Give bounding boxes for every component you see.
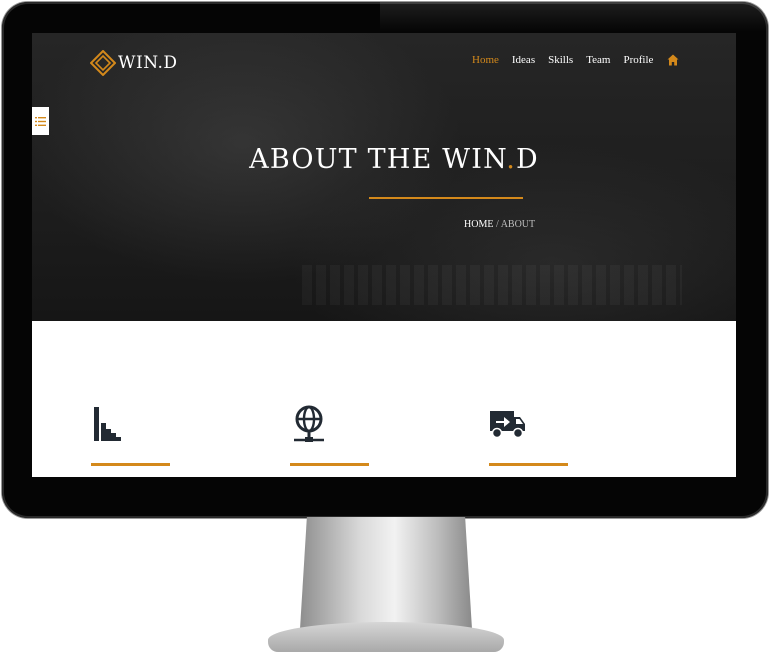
hero-section: WIN.D Home Ideas Skills Team Profile ABO… (32, 33, 736, 321)
site-logo[interactable]: WIN.D (90, 47, 178, 79)
monitor-stand-base (268, 622, 504, 652)
home-icon[interactable] (667, 54, 679, 66)
nav-item-ideas[interactable]: Ideas (512, 54, 535, 66)
breadcrumb: HOME / ABOUT (464, 219, 535, 230)
list-menu-icon (35, 116, 46, 126)
feature-underline (290, 463, 369, 466)
breadcrumb-current: ABOUT (500, 219, 536, 230)
feature-underline (489, 463, 568, 466)
hero-background-laptop (302, 265, 682, 305)
nav-item-team[interactable]: Team (586, 54, 610, 66)
page-title-end: D (516, 144, 539, 175)
breadcrumb-separator: / (495, 219, 499, 230)
stairs-icon (94, 407, 121, 441)
main-nav: Home Ideas Skills Team Profile (472, 54, 679, 66)
globe-network-icon (294, 405, 324, 442)
page-title-dot: . (506, 144, 517, 175)
page-title-main: ABOUT THE WIN (249, 144, 507, 175)
nav-item-home[interactable]: Home (472, 54, 499, 66)
logo-text: WIN.D (118, 53, 178, 73)
page-title: ABOUT THE WIN.D (32, 144, 736, 175)
breadcrumb-home-link[interactable]: HOME (464, 219, 493, 230)
title-underline (369, 197, 523, 199)
diamond-logo-icon (90, 50, 116, 76)
nav-item-profile[interactable]: Profile (623, 54, 653, 66)
nav-item-skills[interactable]: Skills (548, 54, 573, 66)
monitor-stand-neck (300, 517, 472, 629)
delivery-truck-icon (490, 411, 525, 439)
feature-underline (91, 463, 170, 466)
monitor-gloss (380, 2, 768, 32)
side-menu-toggle[interactable] (32, 107, 49, 135)
website-screen: WIN.D Home Ideas Skills Team Profile ABO… (32, 33, 736, 477)
